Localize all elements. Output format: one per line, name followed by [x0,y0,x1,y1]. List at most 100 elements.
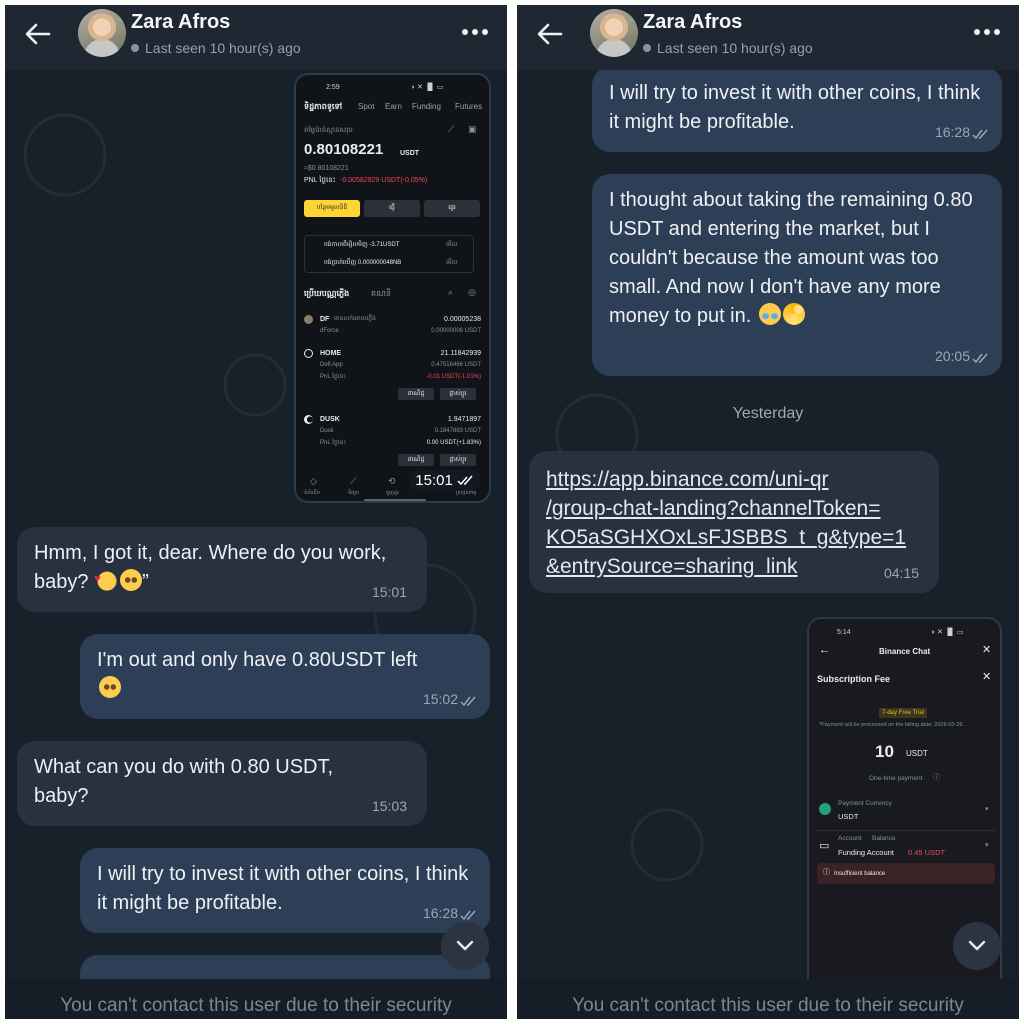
back-arrow-icon[interactable] [533,17,567,51]
back-arrow-icon[interactable] [21,17,55,51]
binance-close-icon[interactable]: ✕ [982,645,991,656]
message-text: Hmm, I got it, dear. Where do you work, … [34,542,387,593]
wallet-tab-overview[interactable]: ទិដ្ឋភាពទូទៅ [304,102,342,111]
search-icon[interactable]: ⌕ [448,288,453,297]
list-tab-account[interactable]: គណនី [371,289,391,298]
nav-home-label[interactable]: ទំព័រដើម [304,489,320,498]
wallet-balance-usd: ≈$0.80108221 [304,165,349,172]
dusk-coin-icon [304,415,313,424]
transfer-button[interactable]: ផ្ទេរ [424,200,480,217]
insufficient-balance-text: Insufficient balance [834,871,886,877]
message-bubble-outgoing[interactable]: I will try to invest it with other coins… [80,848,490,933]
message-time: 15:02 [422,691,458,707]
coin-dusk-trade-button[interactable]: ពាណិជ្ជ [398,454,434,466]
phone-status-time: 2:59 [326,84,340,91]
message-text: What can you do with 0.80 USDT, baby? [34,756,334,807]
wallet-tab-futures[interactable]: Futures [455,102,482,111]
message-bubble-incoming-link[interactable]: https://app.binance.com/uni-qr /group-ch… [529,451,939,593]
more-options-icon[interactable] [973,21,1001,43]
coin-home-convert-button[interactable]: ផ្លាស់ប្ដូរ [440,388,476,400]
blocked-notice: You can't contact this user due to their… [572,995,964,1016]
notice-2[interactable]: បង់ប្រាក់ឃើញ 0.000000048NB [324,259,401,268]
notice-1[interactable]: បង់កាលពីម្សិលមិញ -3.71USDT [324,241,399,250]
df-coin-icon [304,315,313,324]
currency-dropdown-icon[interactable]: ▾ [985,805,989,815]
payment-currency-value[interactable]: USDT [838,812,858,822]
image-message-time: 15:01 [409,470,481,491]
coin-dusk-name: Dusk [320,428,334,434]
contact-name[interactable]: Zara Afros [643,11,742,34]
image-message-wallet-screenshot[interactable]: 2:59 ◗ ✕ ▐▌ ▭ ទិដ្ឋភាពទូទៅ Spot Earn Fun… [294,73,491,503]
avatar[interactable] [590,9,638,57]
message-bubble-incoming[interactable]: What can you do with 0.80 USDT, baby? 15… [17,741,427,826]
nav-trade-label[interactable]: ជួញដូរ [386,489,399,498]
scroll-to-bottom-button[interactable] [953,922,1001,970]
divider [817,830,995,831]
read-ticks-icon [972,353,988,364]
message-bubble-incoming[interactable]: Hmm, I got it, dear. Where do you work, … [17,527,427,612]
coin-home-symbol[interactable]: HOME [320,349,341,358]
message-time: 16:28 [934,124,970,140]
message-bubble-outgoing[interactable]: I will try to invest it with other coins… [592,67,1002,152]
footer-bar: You can't contact this user due to their… [517,979,1019,1019]
sheet-close-icon[interactable]: ✕ [982,672,991,683]
add-funds-button[interactable]: បន្ថែមមូលនិធិ [304,200,360,217]
coin-home-pnl-label: PnL ថ្ងៃនេះ [320,374,347,380]
avatar[interactable] [78,9,126,57]
history-icon[interactable]: ▣ [468,125,477,134]
coin-df-amount: 0.00005238 [444,316,481,323]
chevron-down-icon [456,940,474,951]
wallet-tab-spot[interactable]: Spot [358,102,374,111]
warning-icon: ⓘ [823,869,830,876]
date-separator: Yesterday [732,405,804,422]
phone-status-time: 5:14 [837,629,851,636]
pleading-face-emoji-icon [120,569,143,591]
coin-df-symbol[interactable]: DF [320,315,329,324]
subscription-fee-title: Subscription Fee [817,674,891,684]
read-ticks-icon [460,696,476,707]
binance-link-line-2[interactable]: /group-chat-landing?channelToken= [546,494,923,523]
coin-dusk-amount: 1.9471897 [447,416,481,423]
wallet-tab-earn[interactable]: Earn [385,102,402,111]
coin-home-pnl: -0.01 USDT(-1.01%) [426,374,481,380]
last-seen-status: Last seen 10 hour(s) ago [145,40,301,56]
message-bubble-outgoing[interactable]: I thought about taking the remaining 0.8… [592,174,1002,376]
binance-link-line-3[interactable]: KO5aSGHXOxLsFJSBBS_t_g&type=1 [546,523,923,552]
coin-dusk-symbol[interactable]: DUSK [320,415,340,424]
wallet-tab-funding[interactable]: Funding [412,102,441,111]
message-time: 15:03 [371,798,407,814]
coin-dusk-value: 0.1847883 USDT [434,428,481,434]
nav-home-icon[interactable]: ◇ [310,477,317,486]
nav-trade-icon[interactable]: ⟲ [388,477,396,486]
wallet-balance-unit[interactable]: USDT [400,149,419,158]
nav-markets-label[interactable]: ទីផ្សារ [348,489,359,498]
coin-dusk-convert-button[interactable]: ផ្លាស់ប្ដូរ [440,454,476,466]
coin-home-name: Defi App [320,362,343,368]
billing-note: *Payment will be processed on the billin… [819,722,964,728]
list-tab-assets[interactable]: ប្រើឃបណ្ណភ្លើង [304,289,349,298]
phone-status-icons: ◗ ✕ ▐▌ ▭ [411,84,444,91]
read-ticks-icon [460,910,476,921]
scroll-to-bottom-button[interactable] [441,922,489,970]
image-message-time-text: 15:01 [415,472,453,489]
coin-df-name: dForce [320,328,339,334]
message-time: 15:01 [371,584,407,600]
coin-home-trade-button[interactable]: ពាណិជ្ជ [398,388,434,400]
binance-back-icon[interactable]: ← [819,645,830,656]
settings-icon[interactable]: ◎ [468,288,476,297]
coin-dusk-pnl-label: PnL ថ្ងៃនេះ [320,440,347,446]
nav-markets-icon[interactable]: ⟋ [350,477,356,486]
contact-name[interactable]: Zara Afros [131,11,230,34]
send-button[interactable]: ផ្ញើ [364,200,420,217]
subscription-amount-unit: USDT [906,749,928,758]
account-dropdown-icon[interactable]: ▾ [985,841,989,851]
notice-2-action[interactable]: មើល [446,259,457,268]
binance-link-line-4[interactable]: &entrySource=sharing_link [546,552,923,581]
coin-home-amount: 21.11842939 [440,350,481,357]
more-options-icon[interactable] [461,21,489,43]
binance-link-line-1[interactable]: https://app.binance.com/uni-qr [546,465,923,494]
message-bubble-outgoing[interactable]: I'm out and only have 0.80USDT left 15:0… [80,634,490,719]
notice-1-action[interactable]: មើល [446,241,457,250]
funding-account-value[interactable]: Funding Account [838,848,894,858]
chart-icon[interactable]: ⟋ [448,125,454,134]
